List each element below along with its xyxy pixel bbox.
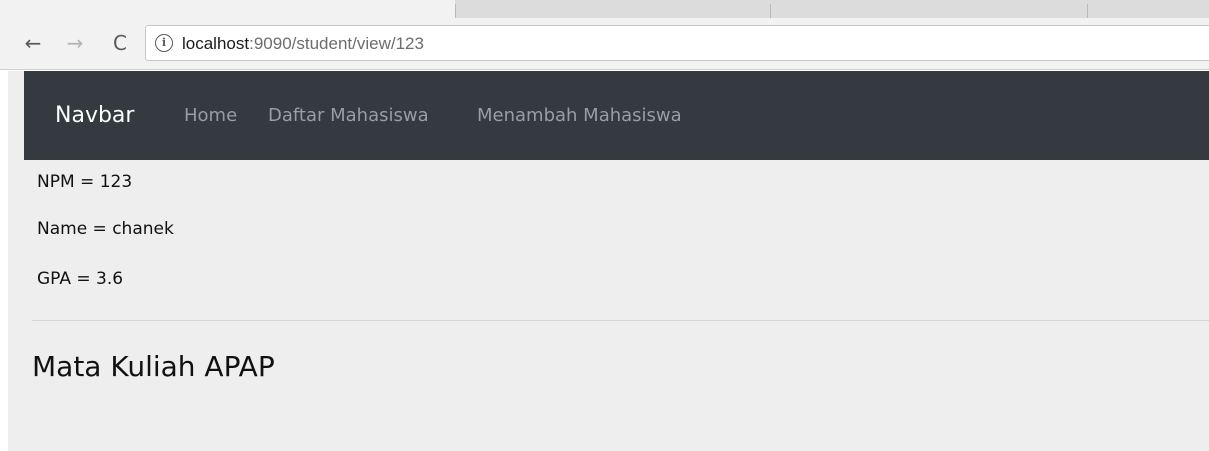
tab-divider bbox=[1087, 4, 1088, 18]
back-arrow-icon[interactable]: ← bbox=[21, 28, 45, 58]
navbar-brand[interactable]: Navbar bbox=[55, 101, 134, 131]
nav-link-home[interactable]: Home bbox=[184, 102, 237, 130]
divider bbox=[32, 320, 1209, 321]
address-bar[interactable]: i localhost:9090/student/view/123 bbox=[145, 25, 1209, 61]
url-text[interactable]: localhost:9090/student/view/123 bbox=[182, 33, 424, 55]
nav-link-menambah-mahasiswa[interactable]: Menambah Mahasiswa bbox=[477, 102, 682, 130]
browser-tab-strip bbox=[0, 0, 1209, 18]
section-title: Mata Kuliah APAP bbox=[32, 350, 275, 383]
reload-icon[interactable]: C bbox=[108, 28, 132, 58]
navbar: Navbar Home Daftar Mahasiswa Menambah Ma… bbox=[24, 71, 1209, 160]
student-npm: NPM = 123 bbox=[37, 172, 133, 192]
info-icon[interactable]: i bbox=[155, 34, 173, 52]
forward-arrow-icon[interactable]: → bbox=[63, 28, 87, 58]
browser-toolbar: ← → C i localhost:9090/student/view/123 bbox=[0, 18, 1209, 70]
browser-tab-active[interactable] bbox=[0, 0, 455, 18]
nav-link-daftar-mahasiswa[interactable]: Daftar Mahasiswa bbox=[268, 102, 429, 130]
student-gpa: GPA = 3.6 bbox=[37, 269, 124, 289]
tab-divider bbox=[770, 4, 771, 18]
url-host: localhost bbox=[182, 34, 250, 53]
url-path: :9090/student/view/123 bbox=[249, 34, 424, 53]
student-name: Name = chanek bbox=[37, 219, 174, 239]
tab-divider bbox=[455, 4, 456, 18]
